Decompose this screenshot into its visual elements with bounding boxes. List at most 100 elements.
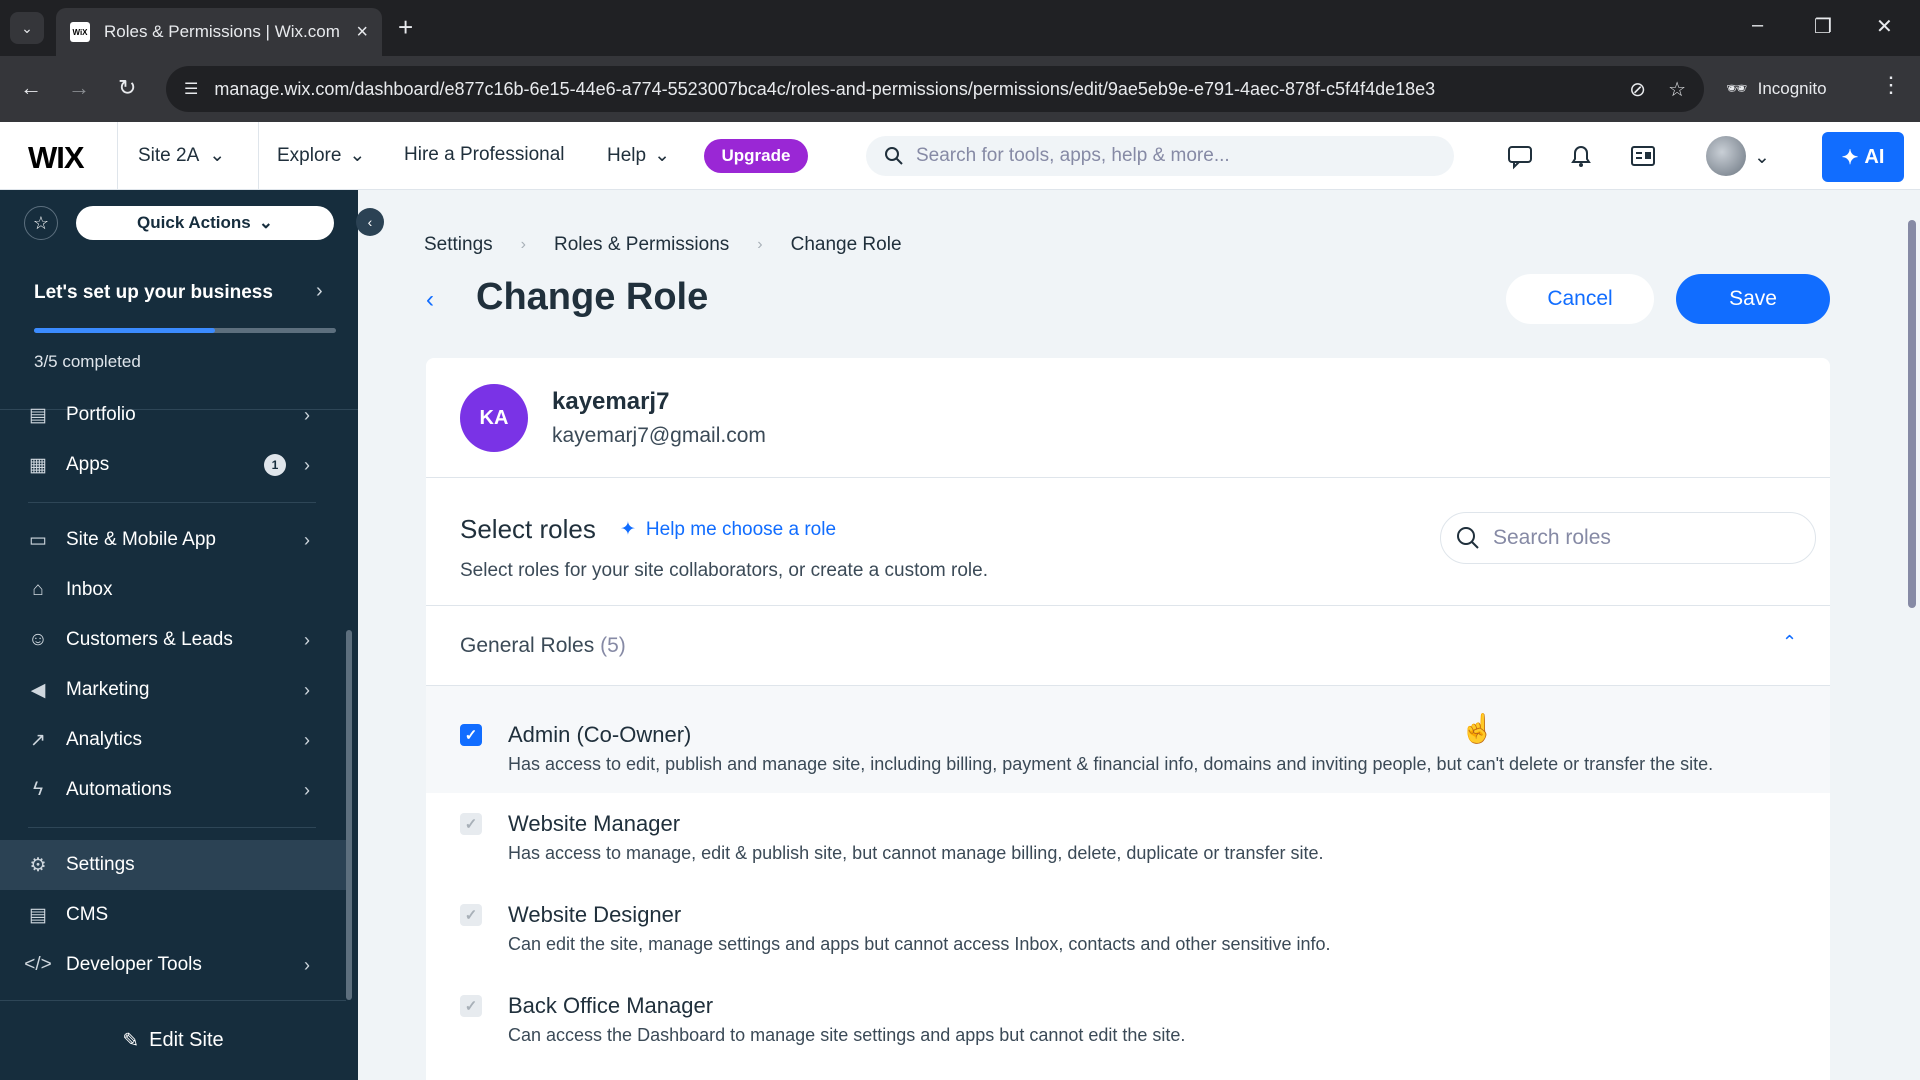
global-search-input[interactable] xyxy=(916,145,1436,167)
sidebar-item-cms[interactable]: ▤ CMS xyxy=(0,890,358,940)
apps-grid-icon: ▦ xyxy=(29,454,47,476)
sidebar-item-customers-leads[interactable]: ☺ Customers & Leads › xyxy=(0,615,358,665)
favorites-star-icon[interactable]: ☆ xyxy=(24,206,58,240)
breadcrumb-roles-permissions[interactable]: Roles & Permissions xyxy=(554,234,729,256)
forward-arrow-icon[interactable]: → xyxy=(68,73,90,103)
role-item-admin[interactable]: ✓ Admin (Co-Owner) Has access to edit, p… xyxy=(426,686,1830,793)
tab-search-chevron-icon[interactable]: ⌄ xyxy=(10,12,44,44)
sidebar-item-marketing[interactable]: ◀ Marketing › xyxy=(0,665,358,715)
sidebar-scrollbar[interactable] xyxy=(346,630,352,1000)
sidebar-item-label: Portfolio xyxy=(66,404,136,425)
site-selector[interactable]: Site 2A ⌄ xyxy=(138,144,225,167)
eye-off-icon[interactable]: ⊘ xyxy=(1629,77,1646,102)
checkbox-checked[interactable]: ✓ xyxy=(460,724,482,746)
wix-logo[interactable]: WIX xyxy=(28,140,85,176)
browser-address-bar: ← → ↻ ☰ manage.wix.com/dashboard/e877c16… xyxy=(0,56,1920,122)
role-item-website-manager: ✓ Website Manager Has access to manage, … xyxy=(426,793,1830,884)
sidebar-item-label: Site & Mobile App xyxy=(66,529,216,550)
ai-button[interactable]: ✦ AI xyxy=(1822,132,1904,182)
site-actions-icon[interactable] xyxy=(1629,142,1657,170)
sidebar-item-apps[interactable]: ▦ Apps 1 › xyxy=(0,440,358,490)
sidebar-item-label: CMS xyxy=(66,904,109,925)
global-search[interactable] xyxy=(866,136,1454,176)
general-roles-header[interactable]: General Roles (5) ⌃ xyxy=(426,606,1830,686)
browser-tab[interactable]: WiX Roles & Permissions | Wix.com × xyxy=(56,8,382,56)
back-arrow-icon[interactable]: ← xyxy=(20,73,42,103)
help-choose-role-link[interactable]: ✦ Help me choose a role xyxy=(620,518,836,541)
role-description: Can edit the site, manage settings and a… xyxy=(508,934,1331,954)
sidebar-item-portfolio[interactable]: ▤ Portfolio › xyxy=(0,390,358,440)
sparkle-icon: ✦ xyxy=(1841,146,1859,169)
hand-cursor-icon: ☝ xyxy=(1460,713,1495,744)
group-count: (5) xyxy=(600,634,626,657)
upgrade-button[interactable]: Upgrade xyxy=(704,139,808,173)
url-text[interactable]: manage.wix.com/dashboard/e877c16b-6e15-4… xyxy=(214,79,1607,100)
sidebar-item-inbox[interactable]: ⌂ Inbox xyxy=(0,565,358,615)
sidebar-item-analytics[interactable]: ↗ Analytics › xyxy=(0,715,358,765)
main-scrollbar[interactable] xyxy=(1904,190,1920,1080)
hire-professional-link[interactable]: Hire a Professional xyxy=(404,144,565,166)
group-title-text: General Roles xyxy=(460,634,595,657)
user-avatar[interactable] xyxy=(1706,136,1746,176)
inbox-icon: ⌂ xyxy=(32,579,44,600)
quick-actions-button[interactable]: Quick Actions ⌄ xyxy=(76,206,334,240)
setup-business-panel[interactable]: Let's set up your business › xyxy=(0,260,358,410)
sidebar-item-developer-tools[interactable]: </> Developer Tools › xyxy=(0,940,358,990)
chat-icon[interactable] xyxy=(1506,142,1534,170)
sidebar-item-automations[interactable]: ϟ Automations › xyxy=(0,765,358,815)
browser-menu-icon[interactable]: ⋮ xyxy=(1880,72,1902,98)
chevron-right-icon: › xyxy=(304,679,310,700)
checkbox-disabled: ✓ xyxy=(460,813,482,835)
incognito-indicator[interactable]: 🕶 Incognito xyxy=(1726,66,1827,112)
general-roles-title: General Roles (5) xyxy=(460,634,626,658)
restore-icon[interactable]: ❐ xyxy=(1814,14,1832,39)
omnibox[interactable]: ☰ manage.wix.com/dashboard/e877c16b-6e15… xyxy=(166,66,1704,112)
close-window-icon[interactable]: ✕ xyxy=(1876,14,1893,39)
megaphone-icon: ◀ xyxy=(30,679,46,701)
site-name: Site 2A xyxy=(138,144,200,166)
cancel-button[interactable]: Cancel xyxy=(1506,274,1654,324)
analytics-chart-icon: ↗ xyxy=(30,729,46,751)
role-name: Website Designer xyxy=(508,902,682,927)
divider xyxy=(28,827,316,828)
sidebar-item-label: Developer Tools xyxy=(66,954,202,975)
new-tab-plus-icon[interactable]: + xyxy=(398,12,413,42)
help-menu[interactable]: Help ⌄ xyxy=(607,144,670,167)
chevron-down-icon[interactable]: ⌄ xyxy=(1754,146,1770,169)
breadcrumb: Settings › Roles & Permissions › Change … xyxy=(424,234,902,256)
site-settings-icon[interactable]: ☰ xyxy=(184,79,198,99)
role-item-back-office-manager: ✓ Back Office Manager Can access the Das… xyxy=(426,975,1830,1066)
bell-icon[interactable] xyxy=(1567,142,1595,170)
edit-site-button[interactable]: ✎ Edit Site xyxy=(0,1000,346,1080)
divider xyxy=(117,122,118,190)
role-name: Admin (Co-Owner) xyxy=(508,722,692,747)
minimize-icon[interactable]: – xyxy=(1752,14,1763,37)
reload-icon[interactable]: ↻ xyxy=(118,73,136,103)
back-chevron-icon[interactable]: ‹ xyxy=(426,286,434,314)
role-name: Website Manager xyxy=(508,811,681,836)
explore-menu[interactable]: Explore ⌄ xyxy=(277,144,365,167)
collaborator-info: KA kayemarj7 kayemarj7@gmail.com xyxy=(426,358,1830,478)
role-name: Back Office Manager xyxy=(508,993,714,1018)
search-roles-box[interactable] xyxy=(1440,512,1816,564)
setup-count: 3/5 completed xyxy=(34,352,141,371)
role-description: Can access the Dashboard to manage site … xyxy=(508,1025,1186,1045)
browser-tab-bar: ⌄ WiX Roles & Permissions | Wix.com × + … xyxy=(0,0,1920,56)
collapse-sidebar-icon[interactable]: ‹ xyxy=(356,208,384,236)
search-icon xyxy=(885,147,903,165)
sidebar-item-settings[interactable]: ⚙ Settings xyxy=(0,840,346,890)
bookmark-star-icon[interactable]: ☆ xyxy=(1668,77,1686,102)
sidebar-item-site-mobile-app[interactable]: ▭ Site & Mobile App › xyxy=(0,515,358,565)
breadcrumb-settings[interactable]: Settings xyxy=(424,234,493,256)
chevron-up-icon[interactable]: ⌃ xyxy=(1782,632,1797,653)
tab-close-icon[interactable]: × xyxy=(356,21,368,44)
save-button[interactable]: Save xyxy=(1676,274,1830,324)
collaborator-name: kayemarj7 xyxy=(552,388,670,415)
notification-badge: 1 xyxy=(264,454,286,476)
sidebar-item-label: Automations xyxy=(66,779,172,800)
main-content: Settings › Roles & Permissions › Change … xyxy=(358,190,1904,1080)
scrollbar-thumb[interactable] xyxy=(1908,220,1916,608)
chevron-down-icon: ⌄ xyxy=(209,145,226,166)
pencil-icon: ✎ xyxy=(122,1030,140,1052)
search-roles-input[interactable] xyxy=(1493,526,1801,550)
